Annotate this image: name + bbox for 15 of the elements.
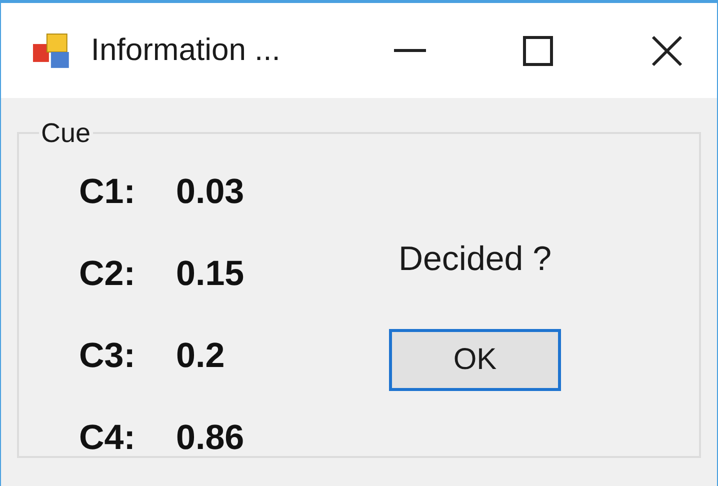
cue-label: C2: xyxy=(79,253,136,296)
minimize-icon xyxy=(394,48,426,52)
ok-button[interactable]: OK xyxy=(389,328,561,390)
window-title: Information ... xyxy=(90,31,282,70)
cue-value: 0.03 xyxy=(176,171,244,214)
group-title: Cue xyxy=(40,117,92,150)
cue-value: 0.86 xyxy=(176,417,244,460)
maximize-icon xyxy=(522,36,553,66)
decided-prompt: Decided ? xyxy=(398,238,552,280)
cue-label: C4: xyxy=(79,417,136,460)
cue-label: C1: xyxy=(79,171,136,214)
cue-label: C3: xyxy=(79,335,136,378)
cue-value: 0.15 xyxy=(176,253,244,296)
close-icon xyxy=(651,34,684,66)
cue-value: 0.2 xyxy=(176,335,225,378)
